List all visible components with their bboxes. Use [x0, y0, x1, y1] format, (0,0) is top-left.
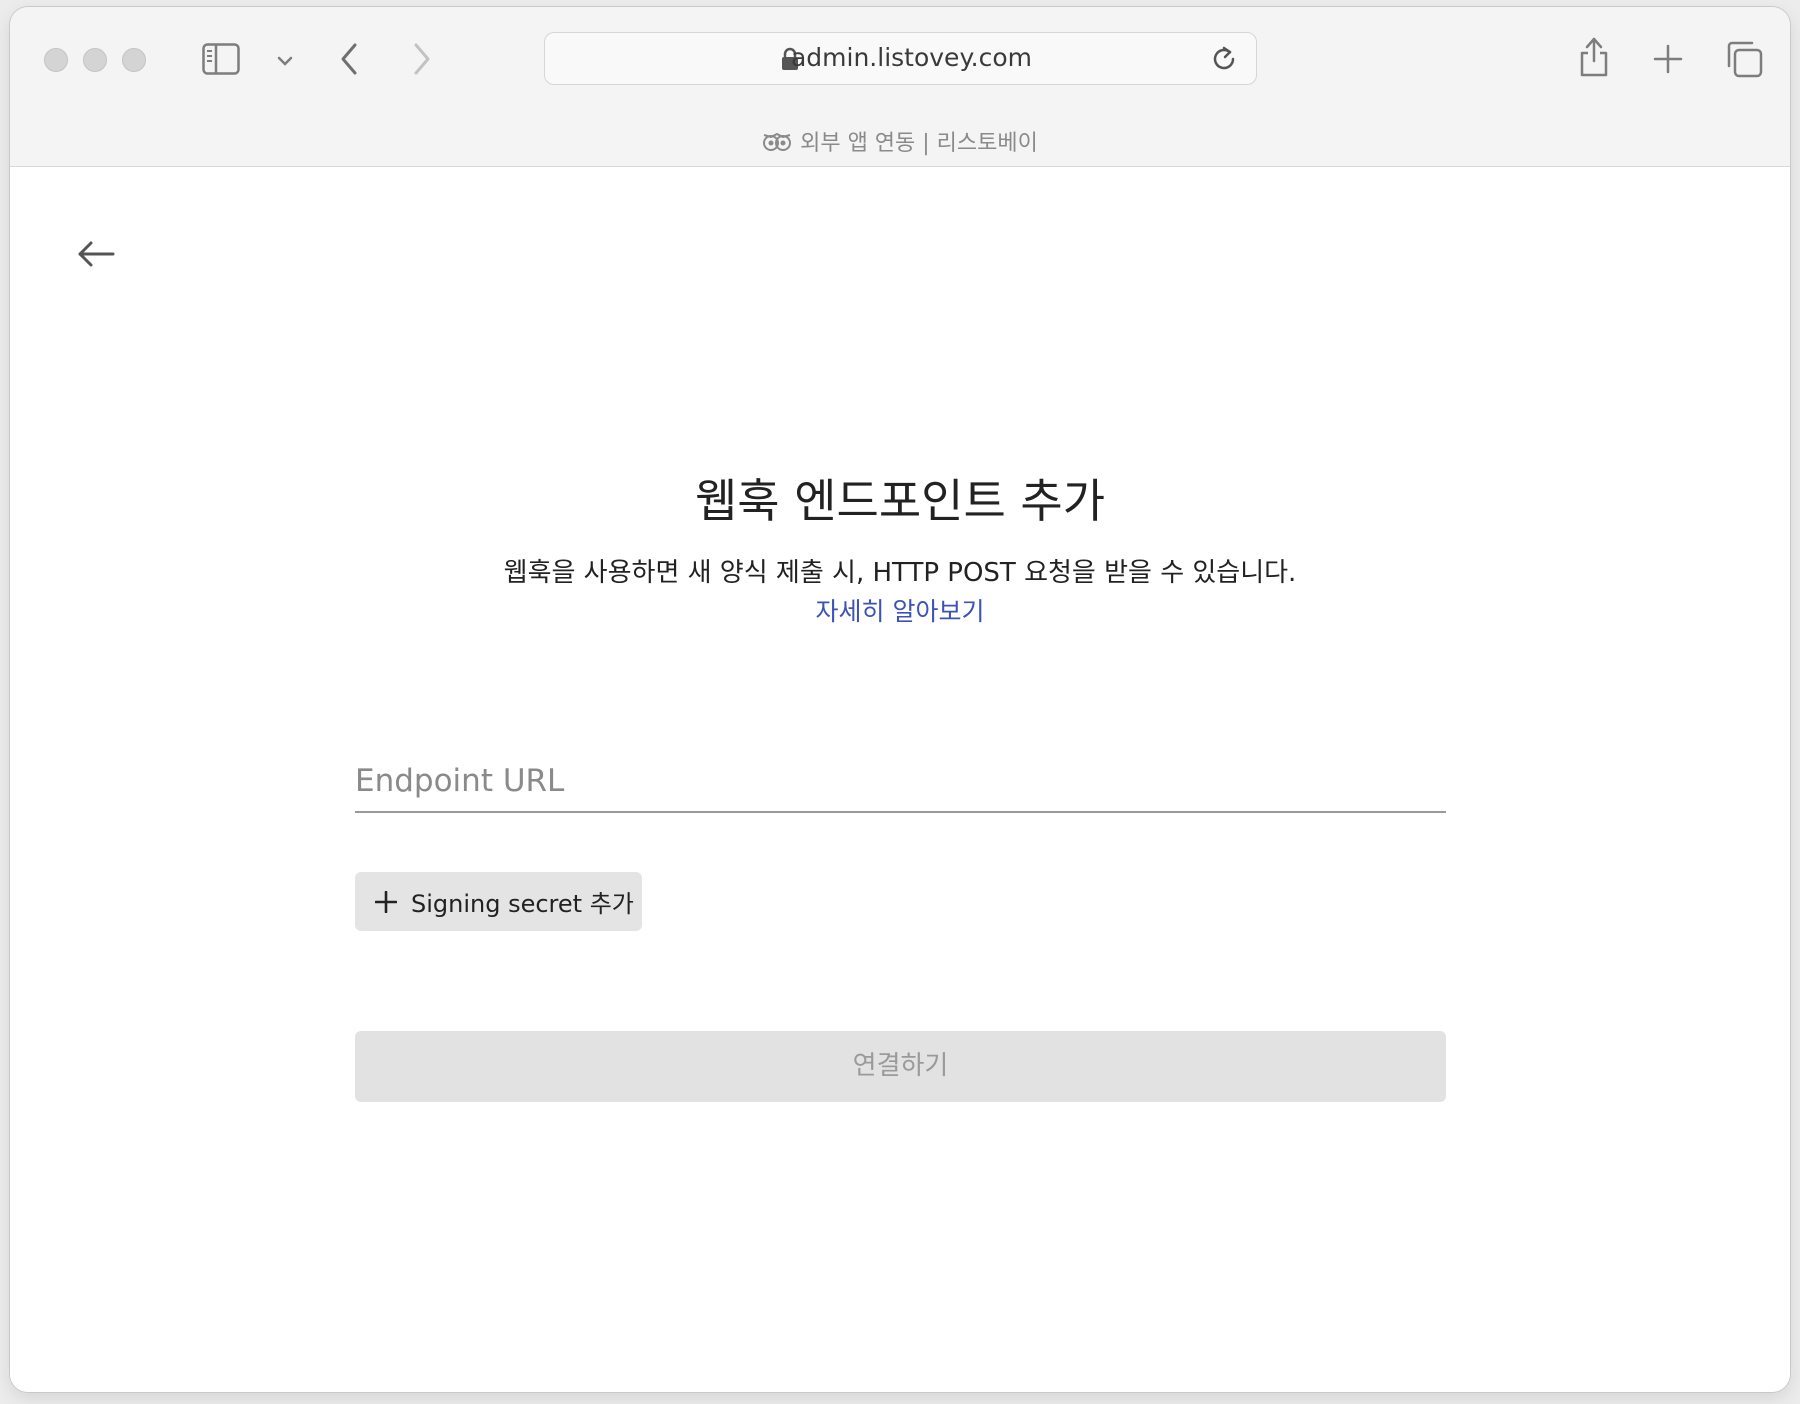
page-description: 웹훅을 사용하면 새 양식 제출 시, HTTP POST 요청을 받을 수 있… — [503, 558, 1297, 588]
page-content: 웹훅 엔드포인트 추가 웹훅을 사용하면 새 양식 제출 시, HTTP POS… — [10, 167, 1790, 1392]
close-window-button[interactable] — [44, 48, 68, 72]
chevron-down-icon[interactable] — [276, 52, 294, 71]
sidebar-icon[interactable] — [202, 43, 240, 79]
tabs-overview-icon[interactable] — [1725, 40, 1763, 82]
add-signing-secret-label: Signing secret 추가 — [411, 890, 634, 918]
browser-window: admin.listovey.com 외부 앱 연동 | 리스토베이 웹훅 엔드… — [10, 7, 1790, 1392]
chevron-left-icon[interactable] — [338, 42, 360, 80]
browser-toolbar: admin.listovey.com 외부 앱 연동 | 리스토베이 — [10, 7, 1790, 167]
learn-more-link[interactable]: 자세히 알아보기 — [10, 592, 1790, 628]
plus-icon[interactable] — [1653, 44, 1683, 78]
share-icon[interactable] — [1578, 35, 1610, 83]
reload-icon[interactable] — [1212, 45, 1238, 77]
add-signing-secret-button[interactable]: Signing secret 추가 — [355, 872, 642, 931]
plus-icon — [375, 890, 397, 913]
chevron-right-icon[interactable] — [411, 42, 433, 80]
page-title: 웹훅 엔드포인트 추가 — [694, 474, 1106, 528]
address-url[interactable]: admin.listovey.com — [545, 33, 1256, 83]
endpoint-url-input[interactable] — [355, 751, 1446, 813]
arrow-left-icon[interactable] — [76, 238, 116, 274]
connect-button[interactable]: 연결하기 — [355, 1031, 1446, 1102]
minimize-window-button[interactable] — [83, 48, 107, 72]
zoom-window-button[interactable] — [122, 48, 146, 72]
tab-title[interactable]: 외부 앱 연동 | 리스토베이 — [10, 125, 1790, 161]
tab-title-text: 외부 앱 연동 | 리스토베이 — [800, 131, 1038, 156]
owl-icon — [762, 131, 792, 161]
address-bar[interactable]: admin.listovey.com — [544, 32, 1257, 85]
